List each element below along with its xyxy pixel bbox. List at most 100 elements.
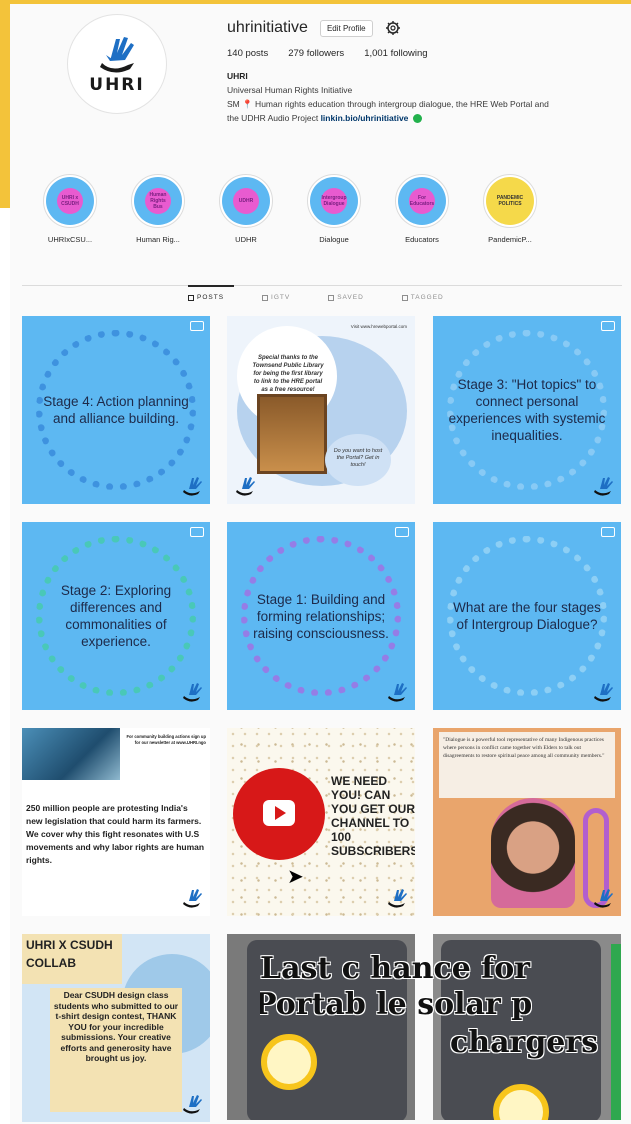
banner-line-2: Portab le solar p <box>260 987 533 1022</box>
profile-bio: UHRI Universal Human Rights Initiative S… <box>227 69 627 125</box>
profile-info: uhrinitiative Edit Profile 140 posts 279… <box>227 16 627 125</box>
post-text: Stage 3: "Hot topics" to connect persona… <box>448 377 606 443</box>
tab-label: TAGGED <box>410 294 444 301</box>
post-caption: For community building actions sign up f… <box>126 734 206 745</box>
banner-line-3: chargers <box>450 1025 599 1060</box>
post-text: "Dialogue is a powerful tool representat… <box>439 732 615 798</box>
bio-line-3-wrap: the UDHR Audio Project linkin.bio/uhrini… <box>227 111 627 125</box>
tab-label: IGTV <box>271 294 291 301</box>
highlight-educators[interactable]: For Educators Educators <box>384 174 460 244</box>
uhri-hand-logo <box>594 683 613 702</box>
bookmark-icon <box>328 294 335 301</box>
tab-igtv[interactable]: IGTV <box>262 294 290 301</box>
youtube-icon <box>233 768 325 860</box>
post-youtube-subscribers[interactable]: ➤ WE NEED YOU! CAN YOU GET OUR CHANNEL T… <box>227 728 415 916</box>
edit-profile-button[interactable]: Edit Profile <box>319 19 373 37</box>
library-photo <box>257 394 327 474</box>
uhri-hand-logo <box>594 889 613 908</box>
highlight-cover: Human Rights Bus <box>145 188 171 214</box>
highlight-label: Dialogue <box>319 235 349 244</box>
tag-icon <box>401 294 408 301</box>
post-four-stages[interactable]: What are the four stages of Intergroup D… <box>433 522 621 710</box>
profile-username: uhrinitiative <box>227 19 308 36</box>
protest-photo <box>22 728 120 780</box>
post-text: 250 million people are protesting India'… <box>26 803 205 865</box>
uhri-hand-logo <box>594 477 613 496</box>
post-text: Stage 4: Action planning and alliance bu… <box>43 394 189 426</box>
post-text: Do you want to host the Portal? Get in t… <box>333 448 383 468</box>
uhri-hand-logo <box>388 889 407 908</box>
tab-tagged[interactable]: TAGGED <box>401 294 444 301</box>
bio-line-3: the UDHR Audio Project <box>227 113 319 123</box>
video-icon <box>601 321 615 331</box>
highlight-cover: UDHR <box>233 188 259 214</box>
solar-chargers-banner: Last c hance for Portab le solar p charg… <box>260 952 630 1062</box>
video-icon <box>190 527 204 537</box>
highlight-cover: PANDEMIC POLITICS <box>497 188 523 214</box>
uhri-hand-logo <box>183 889 202 908</box>
uhri-hand-logo <box>236 477 255 496</box>
post-text: Dear CSUDH design class students who sub… <box>50 988 182 1112</box>
post-stage-3[interactable]: Stage 3: "Hot topics" to connect persona… <box>433 316 621 504</box>
uhri-hand-logo <box>100 37 134 73</box>
highlight-label: PandemicP... <box>488 235 532 244</box>
yellow-frame-left <box>0 0 10 208</box>
highlight-label: Human Rig... <box>136 235 180 244</box>
highlight-label: Educators <box>405 235 439 244</box>
bio-line-1: Universal Human Rights Initiative <box>227 85 353 95</box>
post-stage-2[interactable]: Stage 2: Exploring differences and commo… <box>22 522 210 710</box>
instagram-profile-page: UHRI uhrinitiative Edit Profile 140 post… <box>10 4 631 1124</box>
tab-label: POSTS <box>197 294 225 301</box>
cursor-icon: ➤ <box>287 866 304 888</box>
video-icon <box>190 321 204 331</box>
highlight-udhr[interactable]: UDHR UDHR <box>208 174 284 244</box>
highlight-pandemic[interactable]: PANDEMIC POLITICS PandemicP... <box>472 174 548 244</box>
post-text: What are the four stages of Intergroup D… <box>453 600 601 632</box>
highlight-cover: Intergroup Dialogue <box>321 188 347 214</box>
story-highlights: UHRI x CSUDH UHRIxCSU... Human Rights Bu… <box>32 174 548 244</box>
tab-saved[interactable]: SAVED <box>328 294 364 301</box>
followers-count[interactable]: 279 followers <box>288 48 344 59</box>
bio-link[interactable]: linkin.bio/uhrinitiative <box>321 113 409 123</box>
verified-icon <box>412 114 422 124</box>
following-count[interactable]: 1,001 following <box>364 48 427 59</box>
uhri-hand-logo <box>183 683 202 702</box>
post-title: UHRI X CSUDH COLLAB <box>26 938 113 970</box>
tabs-divider <box>22 285 622 286</box>
posts-count: 140 posts <box>227 48 269 59</box>
uhri-hand-logo <box>183 1095 202 1114</box>
highlight-dialogue[interactable]: Intergroup Dialogue Dialogue <box>296 174 372 244</box>
highlight-cover: For Educators <box>409 188 435 214</box>
profile-avatar[interactable]: UHRI <box>67 14 167 114</box>
video-icon <box>601 527 615 537</box>
tab-posts[interactable]: POSTS <box>188 294 224 301</box>
bio-name: UHRI <box>227 71 248 81</box>
tab-label: SAVED <box>337 294 364 301</box>
post-text: WE NEED YOU! CAN YOU GET OUR CHANNEL TO … <box>331 774 415 858</box>
uhri-hand-logo <box>183 477 202 496</box>
tv-icon <box>262 294 269 301</box>
uhri-hand-logo <box>388 683 407 702</box>
post-library-thanks[interactable]: Visit www.hrewebportal.com Special thank… <box>227 316 415 504</box>
gear-icon[interactable] <box>385 20 401 36</box>
highlight-human-rights[interactable]: Human Rights Bus Human Rig... <box>120 174 196 244</box>
profile-stats: 140 posts 279 followers 1,001 following <box>227 48 627 59</box>
host-circle: Do you want to host the Portal? Get in t… <box>325 434 391 486</box>
post-india-farmers[interactable]: For community building actions sign up f… <box>22 728 210 916</box>
post-dialogue-quote[interactable]: "Dialogue is a powerful tool representat… <box>433 728 621 916</box>
post-text: Stage 1: Building and forming relationsh… <box>253 591 389 641</box>
highlight-cover: UHRI x CSUDH <box>57 188 83 214</box>
highlight-uhrixcsu[interactable]: UHRI x CSUDH UHRIxCSU... <box>32 174 108 244</box>
post-url: Visit www.hrewebportal.com <box>350 324 407 329</box>
bio-line-2: SM 📍 Human rights education through inte… <box>227 99 549 109</box>
active-tab-indicator <box>188 285 234 287</box>
post-csudh-collab[interactable]: UHRI X CSUDH COLLAB Dear CSUDH design cl… <box>22 934 210 1122</box>
highlight-label: UDHR <box>235 235 257 244</box>
highlight-label: UHRIxCSU... <box>47 235 93 244</box>
post-stage-4[interactable]: Stage 4: Action planning and alliance bu… <box>22 316 210 504</box>
avatar-logo-text: UHRI <box>89 75 145 95</box>
banner-line-1: Last c hance for <box>260 952 531 986</box>
post-stage-1[interactable]: Stage 1: Building and forming relationsh… <box>227 522 415 710</box>
profile-tabs: POSTS IGTV SAVED TAGGED <box>188 294 444 301</box>
video-icon <box>395 527 409 537</box>
